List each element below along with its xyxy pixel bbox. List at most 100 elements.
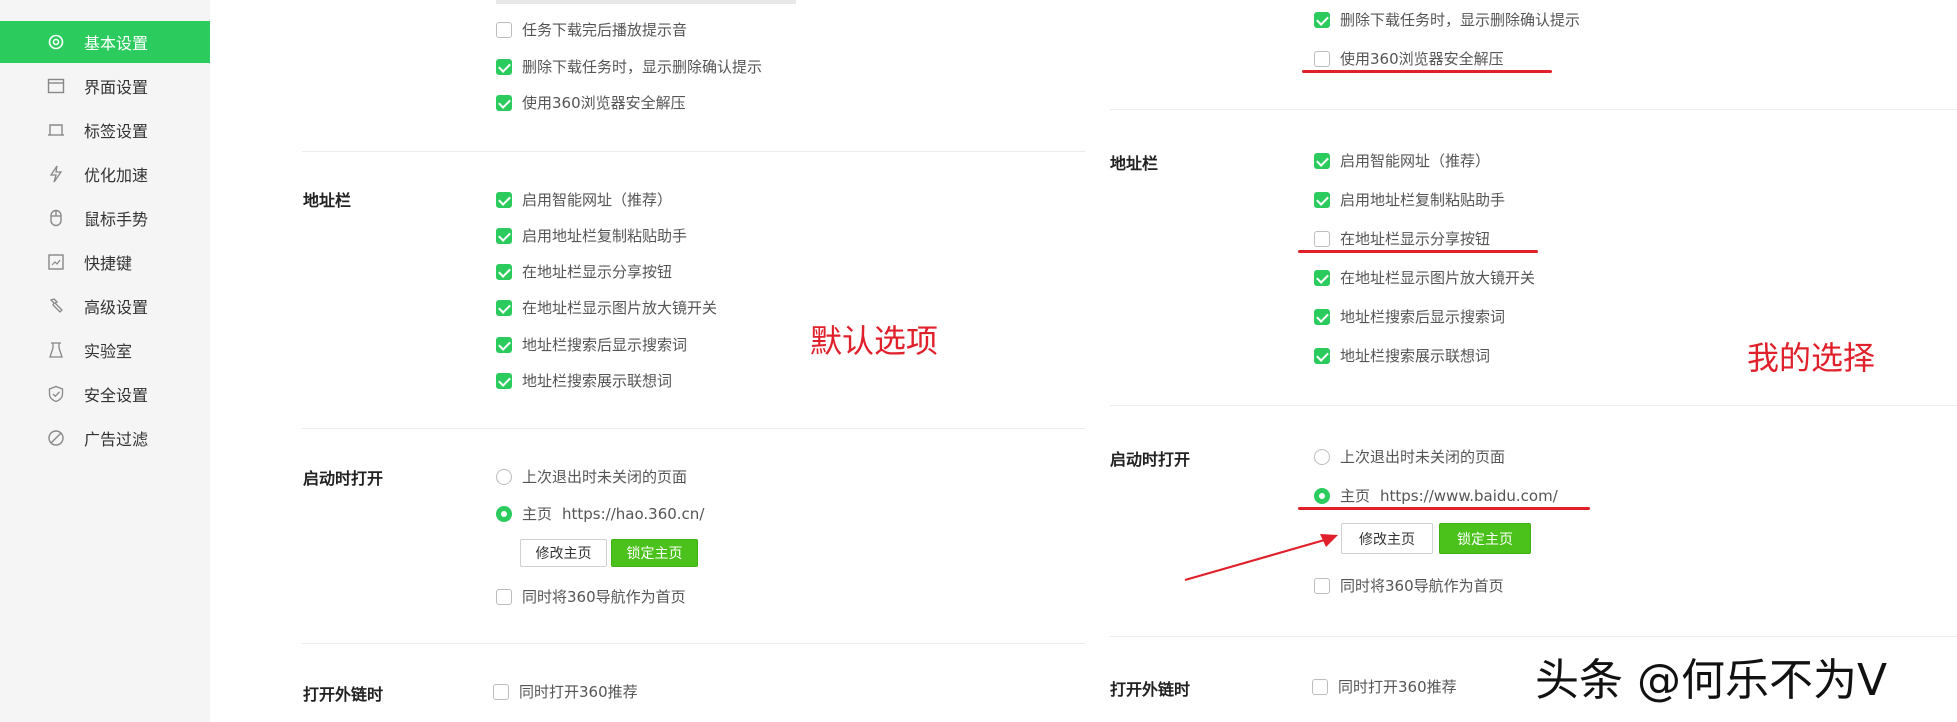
sidebar-item-advanced[interactable]: 高级设置 — [0, 285, 210, 327]
sidebar-item-security[interactable]: 安全设置 — [0, 373, 210, 415]
checkbox[interactable] — [1314, 269, 1330, 286]
checkbox[interactable] — [1314, 11, 1330, 28]
homepage-url: https://hao.360.cn/ — [562, 504, 705, 523]
checkbox[interactable] — [1314, 152, 1330, 169]
startup-radio-last-session[interactable]: 上次退出时未关闭的页面 — [496, 466, 687, 487]
annotation-my-choice: 我的选择 — [1747, 339, 1876, 377]
option-label: 启用地址栏复制粘贴助手 — [1340, 191, 1506, 209]
option-label: 在地址栏显示图片放大镜开关 — [1340, 269, 1536, 287]
shield-icon — [45, 383, 67, 405]
sidebar-item-label: 快捷键 — [84, 254, 133, 273]
option-label: 启用智能网址（推荐） — [522, 191, 673, 209]
gear-icon — [45, 31, 67, 53]
red-underline-safe-unzip — [1302, 70, 1552, 73]
sidebar-item-shortcuts[interactable]: 快捷键 — [0, 241, 210, 283]
section-divider — [1110, 405, 1957, 406]
address-option-suggestions[interactable]: 地址栏搜索展示联想词 — [496, 370, 672, 391]
option-label: 任务下载完后播放提示音 — [522, 21, 688, 39]
download-option-safe-unzip[interactable]: 使用360浏览器安全解压 — [496, 92, 686, 113]
section-title-startup: 启动时打开 — [303, 469, 384, 488]
section-title-external-links: 打开外链时 — [303, 685, 384, 704]
radio-button[interactable] — [496, 505, 512, 522]
sidebar: 基本设置 界面设置 标签设置 优化加速 鼠标手势 快捷键 高级设置 实验室 安全… — [0, 0, 210, 722]
download-option-sound[interactable]: 任务下载完后播放提示音 — [496, 19, 687, 40]
red-underline-share-button — [1298, 250, 1538, 253]
download-option-delete-confirm[interactable]: 删除下载任务时，显示删除确认提示 — [496, 56, 762, 77]
sidebar-item-optimize[interactable]: 优化加速 — [0, 153, 210, 195]
download-option-delete-confirm[interactable]: 删除下载任务时，显示删除确认提示 — [1314, 9, 1580, 30]
lock-homepage-button[interactable]: 锁定主页 — [1439, 523, 1531, 554]
address-option-suggestions[interactable]: 地址栏搜索展示联想词 — [1314, 345, 1490, 366]
left-panel: 任务下载完后播放提示音 删除下载任务时，显示删除确认提示 使用360浏览器安全解… — [210, 0, 1085, 722]
homepage-url: https://www.baidu.com/ — [1380, 486, 1558, 505]
option-label: 地址栏搜索展示联想词 — [522, 372, 673, 390]
address-option-show-search-term[interactable]: 地址栏搜索后显示搜索词 — [1314, 306, 1505, 327]
address-option-smart-url[interactable]: 启用智能网址（推荐） — [496, 189, 672, 210]
option-label: 使用360浏览器安全解压 — [522, 94, 686, 112]
sidebar-item-mouse-gesture[interactable]: 鼠标手势 — [0, 197, 210, 239]
external-option-360-recommend[interactable]: 同时打开360推荐 — [493, 681, 638, 702]
radio-button[interactable] — [496, 468, 512, 485]
radio-button[interactable] — [1314, 448, 1330, 465]
address-option-share-button[interactable]: 在地址栏显示分享按钮 — [1314, 228, 1490, 249]
red-arrow-annotation — [1184, 534, 1338, 582]
checkbox[interactable] — [1314, 50, 1330, 67]
address-option-smart-url[interactable]: 启用智能网址（推荐） — [1314, 150, 1490, 171]
checkbox[interactable] — [1314, 230, 1330, 247]
sidebar-item-label: 实验室 — [84, 342, 133, 361]
radio-button[interactable] — [1314, 487, 1330, 504]
address-option-paste-helper[interactable]: 启用地址栏复制粘贴助手 — [496, 225, 687, 246]
address-option-share-button[interactable]: 在地址栏显示分享按钮 — [496, 261, 672, 282]
address-option-magnifier[interactable]: 在地址栏显示图片放大镜开关 — [496, 297, 717, 318]
checkbox[interactable] — [496, 299, 512, 316]
checkbox[interactable] — [1314, 308, 1330, 325]
sidebar-item-label: 基本设置 — [84, 34, 149, 53]
startup-option-360-nav[interactable]: 同时将360导航作为首页 — [496, 586, 686, 607]
sidebar-item-label: 优化加速 — [84, 166, 149, 185]
option-label: 主页 — [522, 505, 553, 523]
option-label: 地址栏搜索展示联想词 — [1340, 347, 1491, 365]
sidebar-item-lab[interactable]: 实验室 — [0, 329, 210, 371]
modify-homepage-button[interactable]: 修改主页 — [520, 539, 607, 567]
startup-radio-homepage[interactable]: 主页 https://www.baidu.com/ — [1314, 485, 1558, 506]
option-label: 同时将360导航作为首页 — [1340, 577, 1504, 595]
checkbox[interactable] — [496, 372, 512, 389]
checkbox[interactable] — [1312, 678, 1328, 695]
checkbox[interactable] — [496, 21, 512, 38]
sidebar-item-label: 安全设置 — [84, 386, 149, 405]
option-label: 地址栏搜索后显示搜索词 — [1340, 308, 1506, 326]
external-option-360-recommend[interactable]: 同时打开360推荐 — [1312, 676, 1457, 697]
block-icon — [45, 427, 67, 449]
checkbox[interactable] — [1314, 191, 1330, 208]
checkbox[interactable] — [496, 227, 512, 244]
download-option-safe-unzip[interactable]: 使用360浏览器安全解压 — [1314, 48, 1504, 69]
checkbox[interactable] — [496, 191, 512, 208]
section-divider — [302, 151, 1085, 152]
address-option-paste-helper[interactable]: 启用地址栏复制粘贴助手 — [1314, 189, 1505, 210]
address-option-show-search-term[interactable]: 地址栏搜索后显示搜索词 — [496, 334, 687, 355]
option-label: 同时打开360推荐 — [519, 683, 638, 701]
sidebar-item-ui-settings[interactable]: 界面设置 — [0, 65, 210, 107]
modify-homepage-button[interactable]: 修改主页 — [1341, 523, 1433, 554]
sidebar-item-tab-settings[interactable]: 标签设置 — [0, 109, 210, 151]
option-label: 启用智能网址（推荐） — [1340, 152, 1491, 170]
section-title-startup: 启动时打开 — [1110, 450, 1191, 469]
keyboard-icon — [45, 251, 67, 273]
checkbox[interactable] — [496, 336, 512, 353]
section-title-address-bar: 地址栏 — [1110, 154, 1159, 173]
lock-homepage-button[interactable]: 锁定主页 — [611, 539, 698, 567]
checkbox[interactable] — [496, 94, 512, 111]
checkbox[interactable] — [496, 588, 512, 605]
sidebar-item-label: 广告过滤 — [84, 430, 149, 449]
option-label: 地址栏搜索后显示搜索词 — [522, 336, 688, 354]
checkbox[interactable] — [493, 683, 509, 700]
checkbox[interactable] — [496, 263, 512, 280]
sidebar-item-basic-settings[interactable]: 基本设置 — [0, 21, 210, 63]
checkbox[interactable] — [1314, 347, 1330, 364]
sidebar-item-label: 界面设置 — [84, 78, 149, 97]
sidebar-item-ad-filter[interactable]: 广告过滤 — [0, 417, 210, 459]
address-option-magnifier[interactable]: 在地址栏显示图片放大镜开关 — [1314, 267, 1535, 288]
startup-radio-homepage[interactable]: 主页 https://hao.360.cn/ — [496, 503, 704, 524]
checkbox[interactable] — [496, 58, 512, 75]
startup-radio-last-session[interactable]: 上次退出时未关闭的页面 — [1314, 446, 1505, 467]
